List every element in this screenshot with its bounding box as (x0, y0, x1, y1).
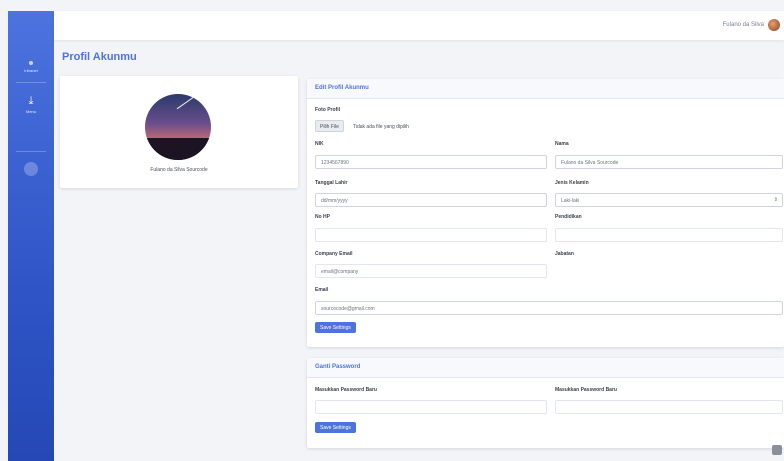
jabatan-label: Jabatan (555, 251, 574, 257)
sidebar-item-label: Menu (25, 109, 36, 114)
photo-crowd (145, 138, 211, 160)
nik-input[interactable]: 1234567890 (315, 155, 547, 169)
profile-photo (145, 94, 211, 160)
save-password-button[interactable]: Save Settings (315, 422, 356, 433)
profile-caption: Fulano da Silva Sourcode (150, 167, 208, 173)
file-name-text: Tidak ada file yang dipilih (353, 124, 409, 130)
new-password-label: Masukkan Password Baru (315, 387, 377, 393)
chevron-down-icon: ⇕ (773, 197, 778, 203)
jenis-kelamin-label: Jenis Kelamin (555, 180, 589, 186)
download-icon: ⤓ (28, 95, 34, 107)
edit-profile-card: Edit Profil Akunmu Foto Profil Pilih Fil… (307, 79, 784, 347)
nama-label: Nama (555, 141, 569, 147)
company-email-input[interactable]: email@company (315, 264, 547, 278)
user-avatar[interactable] (768, 19, 780, 31)
photo-label: Foto Profil (315, 107, 340, 113)
sidebar-divider (16, 82, 46, 83)
jenis-kelamin-value: Laki-laki (561, 198, 580, 204)
email-label: Email (315, 287, 329, 293)
email-input[interactable]: sourcecode@gmail.com (315, 301, 783, 315)
jenis-kelamin-select[interactable]: Laki-laki ⇕ (555, 193, 783, 207)
change-password-heading: Ganti Password (307, 358, 784, 378)
sidebar: Intranet ⤓ Menu (8, 11, 54, 461)
sidebar-brand[interactable]: Intranet (8, 61, 54, 73)
nama-input[interactable]: Fulano da Silva Sourcode (555, 155, 783, 169)
hp-input[interactable] (315, 228, 547, 242)
sidebar-item-menu[interactable]: ⤓ Menu (8, 95, 54, 114)
company-email-label: Company Email (315, 251, 353, 257)
scroll-to-top-button[interactable] (772, 445, 782, 455)
brand-icon (29, 61, 33, 65)
new-password-input[interactable] (315, 400, 547, 414)
nik-label: NIK (315, 141, 324, 147)
photo-streak (176, 95, 196, 110)
pendidikan-input[interactable] (555, 228, 783, 242)
sidebar-divider (16, 151, 46, 152)
save-profile-button[interactable]: Save Settings (315, 322, 356, 333)
profile-card: Fulano da Silva Sourcode (60, 76, 298, 188)
change-password-card: Ganti Password Masukkan Password Baru Ma… (307, 358, 784, 448)
edit-profile-heading: Edit Profil Akunmu (307, 79, 784, 99)
topbar: Fulano da Silva (54, 11, 784, 40)
page-title: Profil Akunmu (62, 51, 137, 63)
sidebar-toggle-button[interactable] (24, 162, 38, 176)
confirm-password-label: Masukkan Password Baru (555, 387, 617, 393)
sidebar-brand-label: Intranet (24, 68, 38, 73)
hp-label: No HP (315, 214, 330, 220)
tanggal-lahir-input[interactable]: dd/mm/yyyy (315, 193, 547, 207)
choose-file-button[interactable]: Pilih File (315, 120, 344, 132)
pendidikan-label: Pendidikan (555, 214, 582, 220)
user-name[interactable]: Fulano da Silva (723, 22, 764, 28)
tanggal-lahir-label: Tanggal Lahir (315, 180, 348, 186)
confirm-password-input[interactable] (555, 400, 783, 414)
